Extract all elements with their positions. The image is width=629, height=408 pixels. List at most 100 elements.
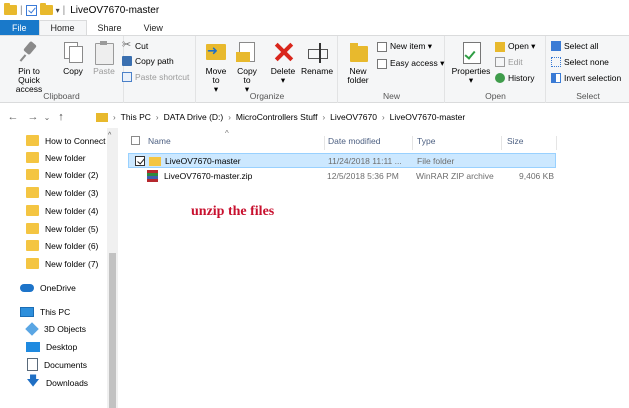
paste-shortcut-button[interactable]: Paste shortcut	[122, 72, 189, 82]
delete-button[interactable]: Delete ▾	[269, 40, 297, 85]
chevron-right-icon[interactable]: ›	[382, 113, 385, 122]
chevron-right-icon[interactable]: ›	[323, 113, 326, 122]
column-divider[interactable]	[412, 136, 413, 150]
rename-button[interactable]: Rename	[301, 40, 333, 76]
file-list: ^ Name Date modified Type Size LiveOV767…	[120, 128, 629, 408]
edit-icon	[495, 57, 505, 67]
nav-item-label: 3D Objects	[44, 323, 87, 334]
copy-path-button[interactable]: Copy path	[122, 56, 174, 66]
column-size[interactable]: Size	[507, 136, 524, 146]
new-folder-quick-icon[interactable]	[39, 3, 53, 15]
nav-this-pc[interactable]: This PC	[20, 303, 70, 320]
history-button[interactable]: History	[495, 73, 534, 83]
new-item-button[interactable]: New item ▾	[377, 41, 432, 52]
folder-icon	[26, 169, 39, 180]
address-bar[interactable]: › This PC › DATA Drive (D:) › MicroContr…	[96, 108, 629, 126]
rename-label: Rename	[300, 66, 334, 76]
file-date: 12/5/2018 5:36 PM	[327, 171, 399, 181]
select-group: Select all Select none Invert selection …	[547, 36, 629, 103]
nav-documents[interactable]: Documents	[27, 356, 87, 373]
chevron-right-icon[interactable]: ›	[228, 113, 231, 122]
column-divider[interactable]	[501, 136, 502, 150]
cut-button[interactable]: Cut	[122, 38, 149, 51]
ribbon-tabs: File Home Share View	[0, 20, 629, 35]
nav-folder-new-folder[interactable]: New folder	[26, 149, 86, 166]
pin-to-quick-access-button[interactable]: Pin to Quick access	[6, 40, 52, 94]
select-all-button[interactable]: Select all	[551, 41, 599, 51]
file-date: 11/24/2018 11:11 ...	[328, 156, 402, 166]
separator: |	[62, 4, 66, 16]
nav-desktop[interactable]: Desktop	[26, 338, 77, 355]
recent-locations-chevron-icon[interactable]: ⌄	[40, 113, 54, 122]
nav-downloads[interactable]: 🡇 Downloads	[26, 372, 88, 391]
tab-view[interactable]: View	[133, 20, 174, 35]
nav-folder-new-folder-4[interactable]: New folder (4)	[26, 202, 98, 219]
new-folder-button[interactable]: New folder	[343, 40, 373, 85]
invert-selection-button[interactable]: Invert selection	[551, 73, 621, 83]
select-none-button[interactable]: Select none	[551, 57, 609, 67]
column-name[interactable]: Name	[148, 136, 171, 146]
navigation-pane: How to Connect New folder New folder (2)…	[0, 128, 120, 408]
group-label: New	[382, 91, 400, 101]
breadcrumb-liveov7670-master[interactable]: LiveOV7670-master	[390, 112, 466, 122]
edit-button[interactable]: Edit	[495, 57, 523, 67]
nav-item-label: New folder	[45, 152, 86, 163]
column-divider[interactable]	[324, 136, 325, 150]
column-type[interactable]: Type	[417, 136, 435, 146]
row-checkbox[interactable]	[135, 156, 145, 166]
copy-to-button[interactable]: Copy to ▾	[234, 40, 260, 94]
quick-access-dropdown-icon[interactable]: ▾	[56, 6, 60, 15]
new-group: New folder New item ▾ Easy access ▾ New	[339, 36, 445, 103]
properties-button[interactable]: Properties ▾	[450, 40, 492, 85]
table-row[interactable]: LiveOV7670-master 11/24/2018 11:11 ... F…	[128, 153, 556, 168]
paste-label: Paste	[93, 66, 115, 76]
separator: |	[20, 4, 23, 16]
breadcrumb-data-drive[interactable]: DATA Drive (D:)	[164, 112, 224, 122]
properties-check-icon[interactable]	[25, 4, 37, 16]
breadcrumb-microcontrollers[interactable]: MicroControllers Stuff	[236, 112, 318, 122]
copy-button[interactable]: Copy	[60, 40, 86, 76]
scroll-up-arrow-icon[interactable]: ^	[108, 132, 111, 139]
move-to-button[interactable]: Move to ▾	[203, 40, 229, 94]
select-all-icon	[551, 41, 561, 51]
folder-icon	[26, 187, 39, 198]
column-header-row: ^ Name Date modified Type Size	[120, 129, 629, 150]
properties-icon	[459, 40, 483, 64]
nav-folder-new-folder-3[interactable]: New folder (3)	[26, 184, 98, 201]
breadcrumb-liveov7670[interactable]: LiveOV7670	[330, 112, 377, 122]
move-to-icon	[204, 40, 228, 64]
nav-folder-new-folder-7[interactable]: New folder (7)	[26, 255, 98, 272]
breadcrumb-this-pc[interactable]: This PC	[121, 112, 151, 122]
nav-item-label: OneDrive	[40, 282, 76, 293]
folder-icon[interactable]	[4, 3, 17, 15]
column-date-modified[interactable]: Date modified	[328, 136, 380, 146]
tab-file[interactable]: File	[0, 20, 39, 35]
easy-access-button[interactable]: Easy access ▾	[377, 58, 444, 69]
cut-label: Cut	[135, 41, 149, 51]
nav-scrollbar-thumb[interactable]	[109, 253, 116, 408]
nav-folder-new-folder-6[interactable]: New folder (6)	[26, 237, 98, 254]
chevron-right-icon[interactable]: ›	[156, 113, 159, 122]
easy-access-label: Easy access ▾	[390, 58, 445, 68]
tab-share[interactable]: Share	[87, 20, 133, 35]
nav-item-label: New folder (5)	[45, 223, 99, 234]
nav-folder-how-to-connect[interactable]: How to Connect	[26, 132, 105, 149]
nav-item-label: Desktop	[46, 341, 78, 352]
nav-3d-objects[interactable]: 3D Objects	[25, 320, 87, 337]
up-arrow-icon[interactable]: ↑	[54, 111, 68, 123]
nav-folder-new-folder-2[interactable]: New folder (2)	[26, 166, 98, 183]
select-all-checkbox[interactable]	[131, 136, 140, 145]
download-arrow-icon: 🡇	[26, 372, 40, 388]
chevron-right-icon[interactable]: ›	[113, 113, 116, 122]
back-arrow-icon[interactable]: ←	[6, 111, 20, 123]
group-label: Organize	[249, 91, 285, 101]
column-divider[interactable]	[556, 136, 557, 150]
open-button[interactable]: Open ▾	[495, 41, 535, 52]
nav-folder-new-folder-5[interactable]: New folder (5)	[26, 220, 98, 237]
forward-arrow-icon[interactable]: →	[26, 111, 40, 123]
paste-button[interactable]: Paste	[90, 40, 118, 76]
table-row[interactable]: LiveOV7670-master.zip 12/5/2018 5:36 PM …	[128, 169, 556, 184]
nav-onedrive[interactable]: OneDrive	[20, 279, 76, 296]
tab-home[interactable]: Home	[38, 20, 87, 35]
cloud-icon	[20, 283, 34, 292]
